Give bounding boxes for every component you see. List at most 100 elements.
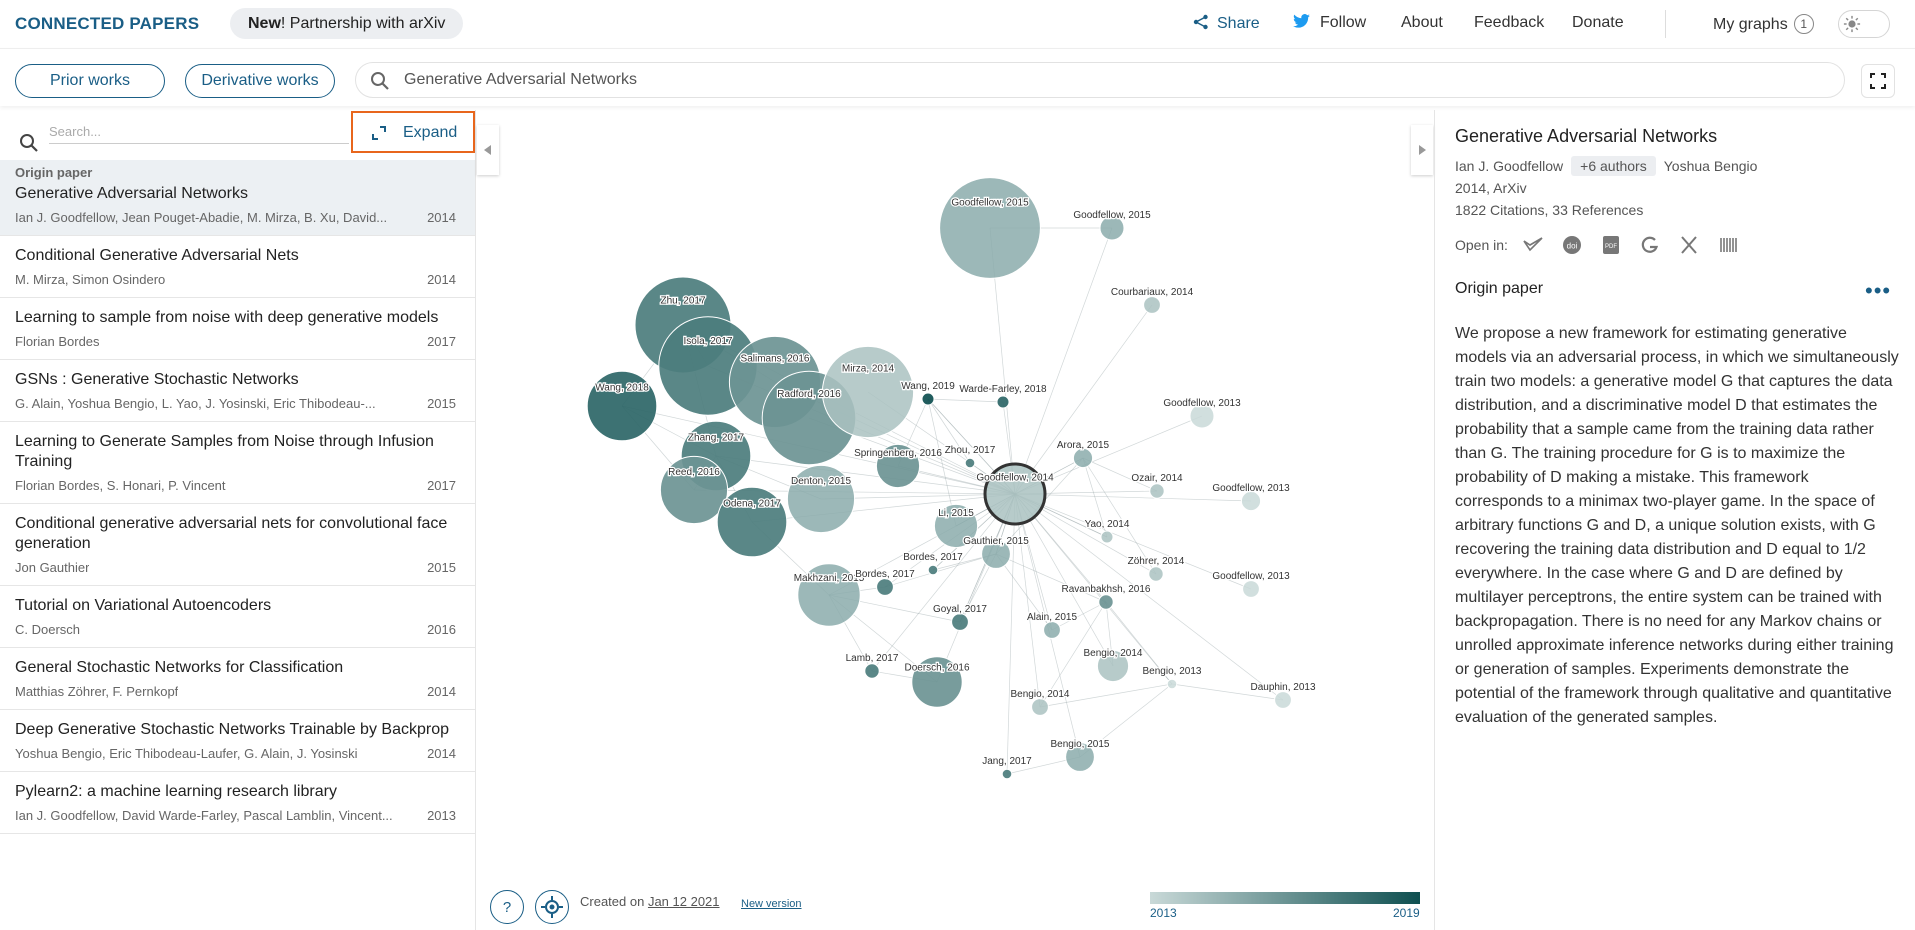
expand-button[interactable]: Expand xyxy=(351,111,475,153)
graph-node[interactable] xyxy=(927,564,939,576)
list-item[interactable]: General Stochastic Networks for Classifi… xyxy=(0,648,475,710)
graph-node-label: Zhu, 2017 xyxy=(660,295,705,306)
graph-node[interactable] xyxy=(1143,296,1161,314)
paper-authors: Ian J. Goodfellow, Jean Pouget-Abadie, M… xyxy=(15,210,388,225)
list-item[interactable]: Conditional Generative Adversarial Nets … xyxy=(0,236,475,298)
details-title: Generative Adversarial Networks xyxy=(1455,126,1718,146)
sidebar-search[interactable]: Search... xyxy=(15,120,355,152)
details-citations: 1822 Citations, 33 References xyxy=(1455,202,1644,218)
graph-node[interactable] xyxy=(1274,691,1292,709)
feedback-link[interactable]: Feedback xyxy=(1474,14,1544,32)
barcode-icon[interactable] xyxy=(1717,234,1739,256)
graph-edge xyxy=(1014,493,1041,708)
list-item[interactable]: GSNs : Generative Stochastic Networks G.… xyxy=(0,360,475,422)
google-scholar-icon[interactable] xyxy=(1639,234,1661,256)
graph-node-label: Goyal, 2017 xyxy=(933,604,987,615)
recenter-button[interactable] xyxy=(535,890,569,924)
graph-node[interactable] xyxy=(1242,580,1260,598)
graph-node[interactable] xyxy=(964,457,976,469)
graph-node[interactable] xyxy=(1098,594,1114,610)
follow-button[interactable]: Follow xyxy=(1293,14,1366,32)
paper-year: 2016 xyxy=(427,622,456,637)
share-button[interactable]: Share xyxy=(1193,14,1260,33)
graph-node[interactable] xyxy=(1072,447,1094,469)
donate-link[interactable]: Donate xyxy=(1572,14,1624,32)
news-pill[interactable]: New! Partnership with arXiv xyxy=(230,8,464,39)
graph-node[interactable] xyxy=(1166,678,1178,690)
graph-node-label: Bordes, 2017 xyxy=(903,552,963,563)
expand-label: Expand xyxy=(403,124,458,141)
graph-node[interactable] xyxy=(876,578,894,596)
graph-node-label: Goodfellow, 2014 xyxy=(976,473,1054,484)
paper-title: Pylearn2: a machine learning research li… xyxy=(15,783,337,800)
about-link[interactable]: About xyxy=(1401,14,1443,32)
nav-divider xyxy=(1665,10,1666,38)
theme-toggle[interactable] xyxy=(1838,10,1890,38)
list-item[interactable]: Learning to Generate Samples from Noise … xyxy=(0,422,475,504)
graph-node[interactable] xyxy=(1240,490,1262,512)
first-author[interactable]: Ian J. Goodfellow xyxy=(1455,158,1563,174)
fullscreen-icon xyxy=(1870,73,1886,89)
paper-year: 2014 xyxy=(427,272,456,287)
graph-node-label: Reed, 2016 xyxy=(668,467,720,478)
graph-nodes xyxy=(586,177,1292,780)
svg-text:doi: doi xyxy=(1567,242,1578,251)
citation-graph[interactable]: Goodfellow, 2015 Goodfellow, 2015 Courbari… xyxy=(477,110,1433,930)
graph-node[interactable] xyxy=(939,177,1041,279)
graph-node-label: Warde-Farley, 2018 xyxy=(959,384,1047,395)
more-authors-chip[interactable]: +6 authors xyxy=(1571,156,1656,176)
graph-node-label: Makhzani, 2015 xyxy=(794,573,865,584)
graph-node-label: Bengio, 2014 xyxy=(1084,648,1143,659)
legend-max-label: 2019 xyxy=(1393,906,1420,920)
help-button[interactable]: ? xyxy=(490,890,524,924)
graph-node[interactable] xyxy=(1100,530,1114,544)
created-date-link[interactable]: Jan 12 2021 xyxy=(648,894,720,909)
paper-list: Origin paper Generative Adversarial Netw… xyxy=(0,160,475,834)
graph-node[interactable] xyxy=(1043,621,1061,639)
graph-node-label: Alain, 2015 xyxy=(1027,612,1077,623)
graph-node[interactable] xyxy=(996,395,1010,409)
graph-node-label: Bengio, 2015 xyxy=(1051,739,1110,750)
graph-node-label: Arora, 2015 xyxy=(1057,440,1110,451)
main-search-input[interactable]: Generative Adversarial Networks xyxy=(355,62,1845,98)
graph-node[interactable] xyxy=(1148,566,1164,582)
graph-node[interactable] xyxy=(1149,483,1165,499)
graph-node-label: Zhou, 2017 xyxy=(945,445,996,456)
graph-node[interactable] xyxy=(864,663,880,679)
paper-title: Conditional Generative Adversarial Nets xyxy=(15,247,299,264)
list-item[interactable]: Learning to sample from noise with deep … xyxy=(0,298,475,360)
graph-node-label: Wang, 2018 xyxy=(595,382,649,393)
prior-works-button[interactable]: Prior works xyxy=(15,64,165,98)
paper-title: Deep Generative Stochastic Networks Trai… xyxy=(15,721,449,738)
paper-title: Learning to Generate Samples from Noise … xyxy=(15,433,434,470)
paper-year: 2013 xyxy=(427,808,456,823)
graph-node-label: Wang, 2019 xyxy=(901,381,955,392)
paper-title: Conditional generative adversarial nets … xyxy=(15,515,448,552)
paper-authors: Yoshua Bengio, Eric Thibodeau-Laufer, G.… xyxy=(15,746,358,761)
list-item[interactable]: Pylearn2: a machine learning research li… xyxy=(0,772,475,834)
more-options-button[interactable]: ••• xyxy=(1865,278,1891,304)
list-item[interactable]: Tutorial on Variational Autoencoders C. … xyxy=(0,586,475,648)
new-version-link[interactable]: New version xyxy=(741,898,802,910)
derivative-works-button[interactable]: Derivative works xyxy=(185,64,335,98)
top-bar: CONNECTED PAPERS New! Partnership with a… xyxy=(0,0,1915,48)
fullscreen-button[interactable] xyxy=(1861,64,1895,98)
graph-node-label: Bordes, 2017 xyxy=(855,569,915,580)
list-item[interactable]: Deep Generative Stochastic Networks Trai… xyxy=(0,710,475,772)
graph-node[interactable] xyxy=(1031,698,1049,716)
graph-node-label: Ozair, 2014 xyxy=(1131,473,1183,484)
semantic-scholar-icon[interactable] xyxy=(1522,234,1544,256)
last-author[interactable]: Yoshua Bengio xyxy=(1664,158,1758,174)
list-item[interactable]: Origin paper Generative Adversarial Netw… xyxy=(0,160,475,236)
graph-node[interactable] xyxy=(1001,768,1013,780)
list-item[interactable]: Conditional generative adversarial nets … xyxy=(0,504,475,586)
x-icon[interactable] xyxy=(1678,234,1700,256)
doi-icon[interactable]: doi xyxy=(1561,234,1583,256)
graph-node[interactable] xyxy=(951,613,969,631)
graph-node-label: Li, 2015 xyxy=(938,508,974,519)
graph-node-label: Bengio, 2013 xyxy=(1143,666,1202,677)
graph-node[interactable] xyxy=(921,392,935,406)
logo[interactable]: CONNECTED PAPERS xyxy=(15,14,199,34)
pdf-icon[interactable]: PDF xyxy=(1600,234,1622,256)
my-graphs-button[interactable]: My graphs 1 xyxy=(1713,14,1814,34)
